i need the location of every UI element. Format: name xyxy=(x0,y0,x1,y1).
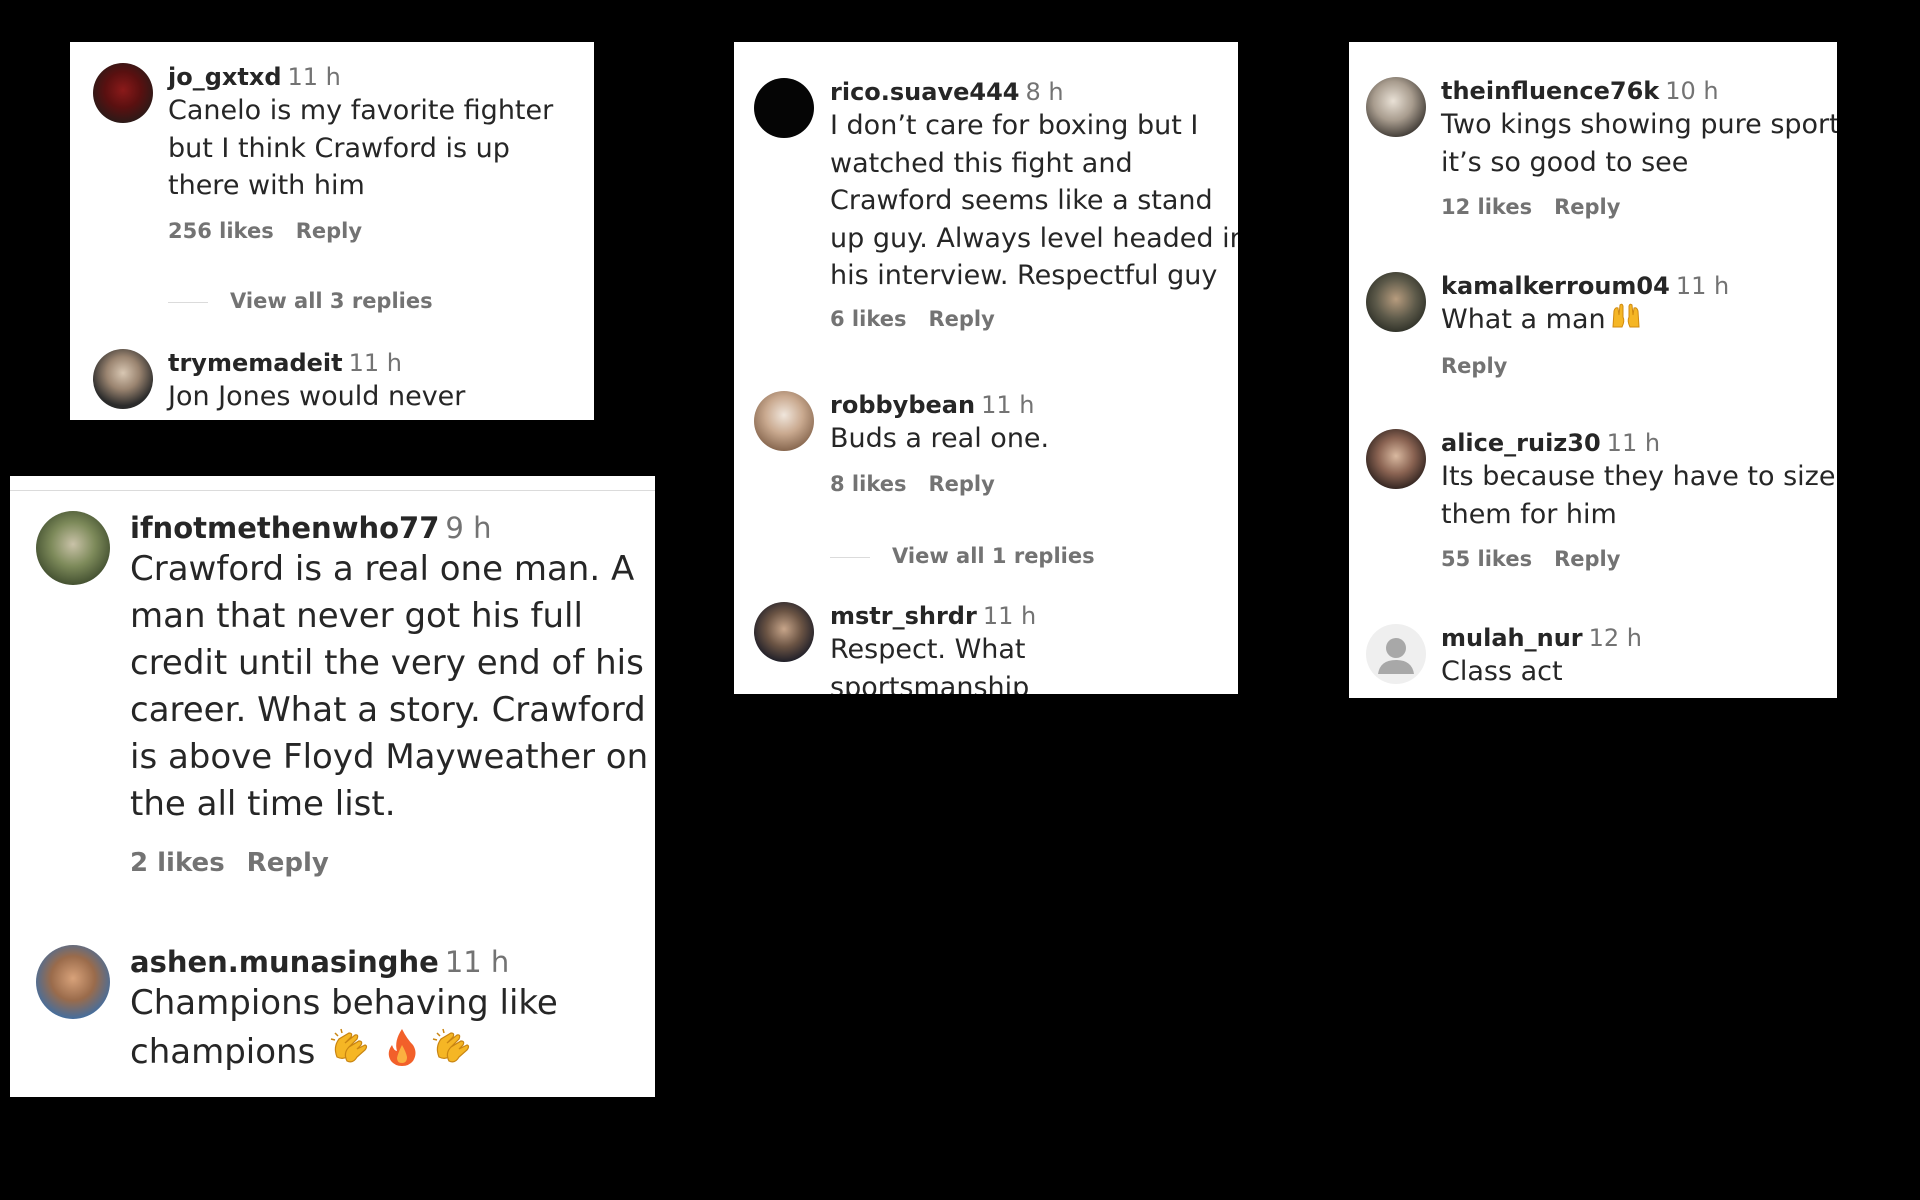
username[interactable]: mulah_nur xyxy=(1441,624,1583,652)
view-replies-button[interactable]: View all 3 replies xyxy=(168,287,433,315)
reply-button[interactable]: Reply xyxy=(1441,354,1507,378)
avatar[interactable] xyxy=(1366,272,1426,332)
clapping-hands-emoji xyxy=(431,1027,475,1080)
reply-button[interactable]: Reply xyxy=(1554,547,1620,571)
username[interactable]: trymemadeit xyxy=(168,349,343,377)
username[interactable]: alice_ruiz30 xyxy=(1441,429,1601,457)
clapping-hands-emoji xyxy=(329,1027,373,1080)
timestamp: 12 h xyxy=(1588,624,1642,652)
likes-count[interactable]: 2 likes xyxy=(130,848,225,878)
comment-text: Crawford is a real one man. A man that n… xyxy=(130,549,649,824)
comment-text: Canelo is my favorite fighter but I thin… xyxy=(168,95,554,201)
comment-text: Its because they have to size them for h… xyxy=(1441,461,1836,530)
timestamp: 10 h xyxy=(1665,77,1719,105)
timestamp: 11 h xyxy=(981,391,1035,419)
replies-divider xyxy=(168,301,208,303)
raised-hands-emoji xyxy=(1610,301,1642,340)
avatar[interactable] xyxy=(36,511,110,585)
username[interactable]: theinfluence76k xyxy=(1441,77,1659,105)
likes-count[interactable]: 8 likes xyxy=(830,472,906,496)
username[interactable]: kamalkerroum04 xyxy=(1441,272,1670,300)
view-replies-button[interactable]: View all 1 replies xyxy=(830,542,1095,570)
default-avatar-icon[interactable] xyxy=(1366,624,1426,684)
comment-text: Buds a real one. xyxy=(830,423,1050,454)
timestamp: 11 h xyxy=(287,63,341,91)
timestamp: 11 h xyxy=(444,945,510,979)
avatar[interactable] xyxy=(93,63,153,123)
avatar[interactable] xyxy=(36,945,110,1019)
reply-button[interactable]: Reply xyxy=(928,472,994,496)
comments-panel-3: theinfluence76k 10 h Two kings showing pu… xyxy=(1349,42,1837,698)
timestamp: 11 h xyxy=(982,602,1037,630)
comment-text: Respect. What sportsmanship xyxy=(830,634,1030,694)
comment-text: Class act xyxy=(1441,656,1563,687)
avatar[interactable] xyxy=(1366,77,1426,137)
avatar[interactable] xyxy=(93,349,153,409)
reply-button[interactable]: Reply xyxy=(928,307,994,331)
fire-emoji xyxy=(385,1027,419,1080)
avatar[interactable] xyxy=(754,78,814,138)
replies-divider xyxy=(830,556,870,558)
comment-text: Jon Jones would never xyxy=(168,381,466,412)
reply-button[interactable]: Reply xyxy=(296,219,362,243)
avatar[interactable] xyxy=(754,391,814,451)
comment-text: Two kings showing pure sport it’s so goo… xyxy=(1441,109,1837,178)
view-replies-label: View all 1 replies xyxy=(892,544,1095,568)
comments-panel-4: ifnotmethenwho77 9 h Crawford is a real o… xyxy=(10,476,655,1097)
username[interactable]: rico.suave444 xyxy=(830,78,1019,106)
reply-button[interactable]: Reply xyxy=(1554,195,1620,219)
username[interactable]: mstr_shrdr xyxy=(830,602,977,630)
likes-count[interactable]: 6 likes xyxy=(830,307,906,331)
comments-panel-1: jo_gxtxd 11 h Canelo is my favorite fight… xyxy=(70,42,594,420)
username[interactable]: robbybean xyxy=(830,391,975,419)
avatar[interactable] xyxy=(1366,429,1426,489)
timestamp: 11 h xyxy=(1675,272,1730,300)
timestamp: 8 h xyxy=(1025,78,1064,106)
avatar[interactable] xyxy=(754,602,814,662)
divider xyxy=(10,490,655,491)
comments-panel-2: rico.suave444 8 h I don’t care for boxing… xyxy=(734,42,1238,694)
likes-count[interactable]: 12 likes xyxy=(1441,195,1532,219)
comment-text: I don’t care for boxing but I watched th… xyxy=(830,110,1238,291)
timestamp: 11 h xyxy=(1606,429,1661,457)
likes-count[interactable]: 55 likes xyxy=(1441,547,1532,571)
likes-count[interactable]: 256 likes xyxy=(168,219,274,243)
username[interactable]: ifnotmethenwho77 xyxy=(130,511,439,545)
username[interactable]: jo_gxtxd xyxy=(168,63,282,91)
username[interactable]: ashen.munasinghe xyxy=(130,945,439,979)
view-replies-label: View all 3 replies xyxy=(230,289,433,313)
timestamp: 9 h xyxy=(445,511,492,545)
comment-text: What a man xyxy=(1441,304,1606,335)
timestamp: 11 h xyxy=(348,349,402,377)
reply-button[interactable]: Reply xyxy=(247,848,329,878)
